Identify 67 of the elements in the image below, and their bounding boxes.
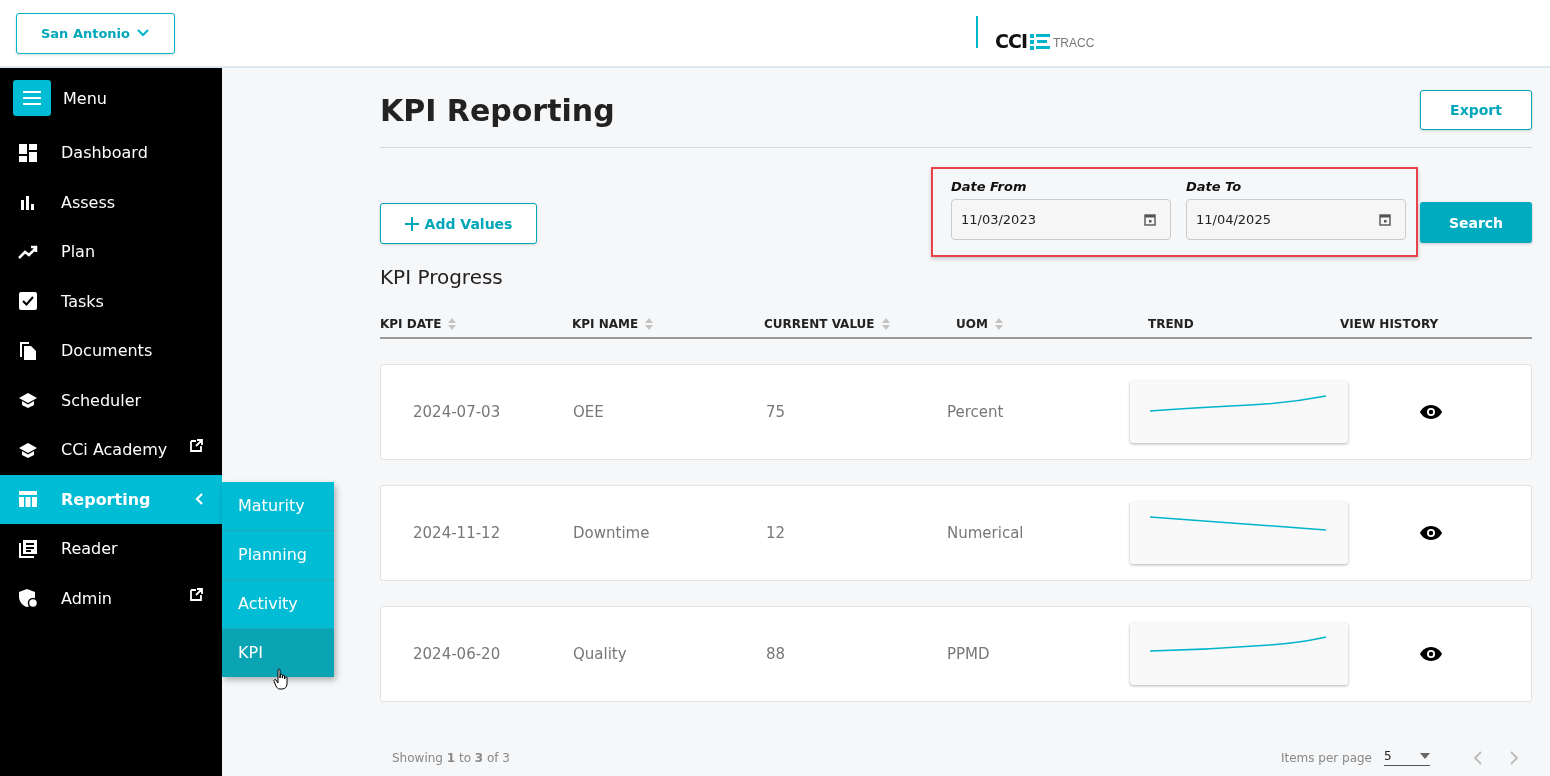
sidebar-item[interactable]: Dashboard [0, 128, 222, 178]
sidebar-item[interactable]: CCi Academy [0, 425, 222, 475]
graduation-cap-icon [18, 390, 38, 411]
previous-page-icon[interactable] [1473, 750, 1483, 765]
table-cell-text: 2024-11-12 [412, 524, 502, 542]
sidebar-item[interactable]: Assess [0, 177, 222, 227]
date-field[interactable]: 11/04/2025 [1186, 199, 1406, 240]
date-label: Date To [1186, 179, 1243, 194]
table-cell-text: 12 [765, 524, 787, 542]
table-cell-text: 2024-06-20 [412, 645, 502, 663]
page-title: KPI Reporting [380, 93, 615, 128]
external-link-icon [190, 587, 203, 601]
external-link-icon [190, 439, 203, 453]
column-header: TREND [1148, 317, 1194, 331]
items-per-page-select[interactable]: 5 [1384, 749, 1430, 766]
eye-icon[interactable] [1420, 647, 1442, 661]
date-label: Date From [951, 179, 1028, 194]
menu-icon [23, 91, 41, 105]
pagination-summary: Showing 1 to 3 of 3 [391, 750, 510, 765]
table-cell-text: 2024-07-03 [412, 403, 502, 421]
sort-icon[interactable] [644, 317, 655, 331]
sidebar-item[interactable]: Reader [0, 524, 222, 574]
article-icon [18, 538, 38, 559]
dashboard-icon [18, 142, 38, 163]
stripes-icon [1029, 34, 1050, 50]
checkbox-icon [18, 291, 38, 312]
calendar-icon [1379, 213, 1391, 226]
items-per-page-label: Items per page [1280, 750, 1372, 765]
menu-button[interactable] [13, 80, 51, 116]
column-header: UOM [956, 317, 988, 331]
dropdown-arrow-icon [1420, 753, 1430, 759]
next-page-icon[interactable] [1509, 750, 1519, 765]
column-header: KPI NAME [572, 317, 639, 331]
date-field[interactable]: 11/03/2023 [951, 199, 1171, 240]
table-cell-text: 88 [765, 645, 787, 663]
column-header: CURRENT VALUE [764, 317, 875, 331]
table-cell-text: Quality [573, 645, 628, 663]
table-cell-text: PPMD [947, 645, 991, 663]
sidebar-item[interactable]: Plan [0, 227, 222, 277]
section-title: KPI Progress [380, 265, 504, 289]
table-cell-text: 75 [765, 403, 787, 421]
sidebar-item[interactable]: Scheduler [0, 375, 222, 425]
sidebar-item[interactable]: Tasks [0, 276, 222, 326]
logo-wordmark: CCI [995, 32, 1027, 50]
sidebar-item[interactable]: Documents [0, 326, 222, 376]
documents-icon [18, 340, 38, 361]
table-cell-text: Percent [947, 403, 1005, 421]
eye-icon[interactable] [1420, 405, 1442, 419]
sort-icon[interactable] [880, 317, 891, 331]
sort-icon[interactable] [447, 317, 458, 331]
column-header: VIEW HISTORY [1340, 317, 1439, 331]
eye-icon[interactable] [1420, 526, 1442, 540]
menu-label: Menu [63, 88, 107, 108]
calendar-icon [1144, 213, 1156, 226]
column-header: KPI DATE [380, 317, 442, 331]
chevron-down-icon [136, 28, 150, 38]
sidebar-item[interactable]: Admin [0, 573, 222, 623]
table-icon [18, 489, 38, 510]
sort-icon[interactable] [993, 317, 1004, 331]
table-cell-text: Downtime [573, 524, 651, 542]
plus-icon [404, 216, 419, 231]
table-cell-text: Numerical [947, 524, 1025, 542]
shield-icon [18, 588, 38, 609]
chevron-left-icon [194, 492, 204, 507]
logo-product-name: TRACC [1052, 36, 1095, 50]
hand-cursor-icon [273, 668, 289, 690]
table-cell-text: OEE [573, 403, 605, 421]
